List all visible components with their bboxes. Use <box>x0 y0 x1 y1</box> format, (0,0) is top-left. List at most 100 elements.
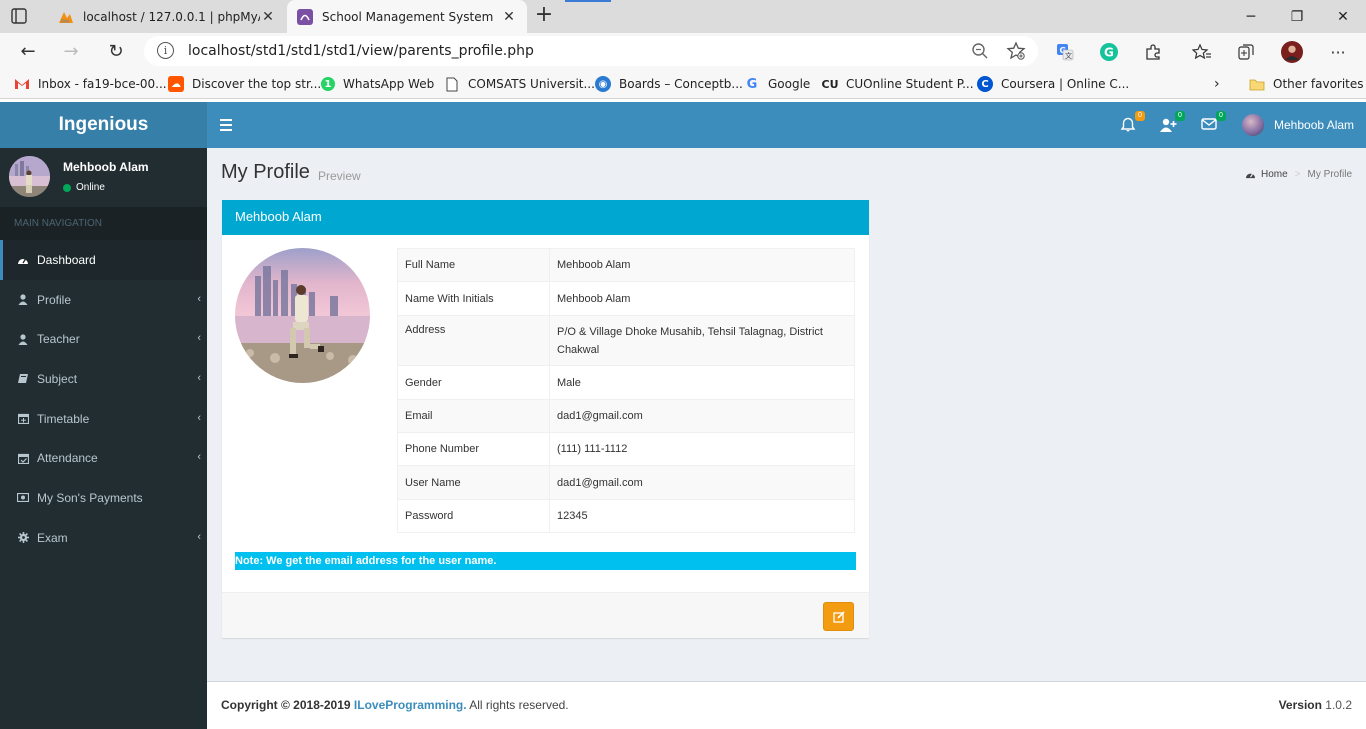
translate-icon[interactable]: G文 <box>1054 41 1076 63</box>
app-icon <box>297 8 313 25</box>
reload-icon[interactable]: ↻ <box>106 41 126 62</box>
bookmark-google[interactable]: G Google <box>744 75 811 93</box>
bookmark-cuonline[interactable]: CU CUOnline Student P... <box>822 75 974 93</box>
user-icon <box>17 333 29 345</box>
page-icon <box>444 76 460 92</box>
profile-box-title: Mehboob Alam <box>222 200 869 235</box>
site-info-icon[interactable]: i <box>157 42 174 59</box>
tab-title: School Management System <box>322 9 494 24</box>
profile-avatar-icon[interactable] <box>1281 41 1303 63</box>
version-number: 1.0.2 <box>1325 698 1352 712</box>
minimize-icon[interactable]: ─ <box>1228 0 1274 33</box>
bookmark-coursera[interactable]: C Coursera | Online C... <box>977 75 1129 93</box>
tab-strip-indicator <box>565 0 611 2</box>
sidebar-item-subject[interactable]: Subject ‹ <box>0 359 207 399</box>
sidebar-toggle-icon[interactable] <box>220 119 232 131</box>
grammarly-icon[interactable]: G <box>1098 41 1120 63</box>
close-tab-icon[interactable]: ✕ <box>501 9 517 25</box>
dashboard-icon <box>17 254 29 266</box>
brand-link[interactable]: ILoveProgramming. <box>354 698 467 712</box>
table-row: Full Name Mehboob Alam <box>397 248 855 282</box>
sidebar-item-label: Dashboard <box>37 252 96 267</box>
browser-toolbar: ← → ↻ i localhost/std1/std1/std1/view/pa… <box>0 33 1366 69</box>
bookmark-label: Coursera | Online C... <box>1001 77 1130 91</box>
bookmark-whatsapp[interactable]: 1 WhatsApp Web <box>321 75 434 93</box>
collections-icon[interactable] <box>1235 41 1257 63</box>
cu-icon: CU <box>821 77 839 91</box>
back-icon[interactable]: ← <box>18 41 38 62</box>
sidebar-menu: Dashboard Profile ‹ Teacher ‹ Subject ‹ … <box>0 240 207 558</box>
sidebar-item-label: Timetable <box>37 411 90 426</box>
app-logo[interactable]: Ingenious <box>0 102 207 148</box>
sidebar-user-name: Mehboob Alam <box>63 160 149 174</box>
tab-actions-icon[interactable] <box>10 7 28 25</box>
favorites-icon[interactable] <box>1191 41 1213 63</box>
address-bar[interactable]: i localhost/std1/std1/std1/view/parents_… <box>144 36 1038 66</box>
address-url[interactable]: localhost/std1/std1/std1/view/parents_pr… <box>188 43 534 59</box>
zoom-icon[interactable] <box>971 42 989 60</box>
bookmark-soundcloud[interactable]: ☁ Discover the top str... <box>168 75 321 93</box>
add-favorite-icon[interactable] <box>1006 41 1026 61</box>
sidebar-user-panel: Mehboob Alam Online <box>0 148 207 207</box>
table-cell-label: Phone Number <box>397 432 550 466</box>
browser-tab-school-management[interactable]: School Management System ✕ <box>287 0 527 33</box>
edit-profile-button[interactable] <box>823 602 854 631</box>
table-cell-label: Address <box>397 315 550 366</box>
table-cell-value: P/O & Village Dhoke Musahib, Tehsil Tala… <box>549 315 855 366</box>
sidebar-item-payments[interactable]: My Son's Payments <box>0 478 207 518</box>
close-tab-icon[interactable]: ✕ <box>260 9 276 25</box>
bookmark-inbox[interactable]: Inbox - fa19-bce-00... <box>14 75 167 93</box>
bookmark-comsats[interactable]: COMSATS Universit... <box>444 75 595 93</box>
header-user-menu[interactable]: Mehboob Alam <box>1242 113 1354 137</box>
google-icon: G <box>746 76 758 92</box>
table-row: Email dad1@gmail.com <box>397 399 855 433</box>
new-tab-button[interactable]: + <box>533 4 555 28</box>
messages-icon[interactable]: 0 <box>1201 111 1226 135</box>
sidebar-item-attendance[interactable]: Attendance ‹ <box>0 438 207 478</box>
extensions-icon[interactable] <box>1142 41 1164 63</box>
browser-tab-phpmyadmin[interactable]: PMA localhost / 127.0.0.1 | phpMyAdm ✕ <box>48 0 286 33</box>
sidebar-item-label: Attendance <box>37 451 98 466</box>
copyright-suffix: All rights reserved. <box>469 698 569 712</box>
sidebar-item-dashboard[interactable]: Dashboard <box>0 240 207 280</box>
sidebar-item-profile[interactable]: Profile ‹ <box>0 280 207 320</box>
table-cell-value: dad1@gmail.com <box>549 465 855 500</box>
dashboard-icon <box>1246 173 1256 179</box>
breadcrumb-separator: > <box>1294 169 1301 180</box>
app-header: Ingenious 0 0 0 Mehboob Alam <box>0 102 1366 148</box>
sidebar-item-timetable[interactable]: Timetable ‹ <box>0 399 207 439</box>
notifications-icon[interactable]: 0 <box>1120 111 1145 135</box>
calendar-check-icon <box>17 452 29 464</box>
chevron-left-icon: ‹ <box>197 411 201 424</box>
close-window-icon[interactable]: ✕ <box>1320 0 1366 33</box>
forward-icon[interactable]: → <box>61 41 81 62</box>
breadcrumb-home[interactable]: Home <box>1261 169 1288 180</box>
sidebar-item-teacher[interactable]: Teacher ‹ <box>0 319 207 359</box>
bookmark-label: Boards – Conceptb... <box>619 77 743 91</box>
more-options-icon[interactable]: ··· <box>1327 41 1349 63</box>
table-cell-value: Male <box>549 365 855 400</box>
bookmark-label: WhatsApp Web <box>343 77 435 91</box>
friend-requests-icon[interactable]: 0 <box>1160 111 1185 135</box>
bookmark-other-favorites[interactable]: Other favorites <box>1249 75 1364 93</box>
online-dot-icon <box>63 183 71 192</box>
bookmarks-bar: Inbox - fa19-bce-00... ☁ Discover the to… <box>0 69 1366 99</box>
status-indicator: Online <box>63 182 105 193</box>
table-cell-label: User Name <box>397 465 550 500</box>
sidebar-item-exam[interactable]: Exam ‹ <box>0 518 207 558</box>
bookmark-conceptboard[interactable]: ◉ Boards – Conceptb... <box>595 75 743 93</box>
calendar-plus-icon <box>17 413 29 425</box>
page-subtitle: Preview <box>318 169 361 183</box>
table-cell-value: (111) 111-1112 <box>549 432 855 466</box>
version-label: Version <box>1278 698 1322 712</box>
sidebar-item-label: My Son's Payments <box>37 490 143 505</box>
copyright-prefix: Copyright © 2018-2019 <box>221 698 351 712</box>
bookmarks-overflow-icon[interactable]: › <box>1214 75 1220 93</box>
sidebar: Mehboob Alam Online MAIN NAVIGATION Dash… <box>0 148 207 729</box>
table-cell-value: 12345 <box>549 499 855 533</box>
conceptboard-icon: ◉ <box>595 76 611 92</box>
page-title: My Profile <box>221 161 310 183</box>
bookmark-label: Inbox - fa19-bce-00... <box>38 77 167 91</box>
profile-photo <box>235 248 370 383</box>
restore-icon[interactable]: ❐ <box>1274 0 1320 33</box>
